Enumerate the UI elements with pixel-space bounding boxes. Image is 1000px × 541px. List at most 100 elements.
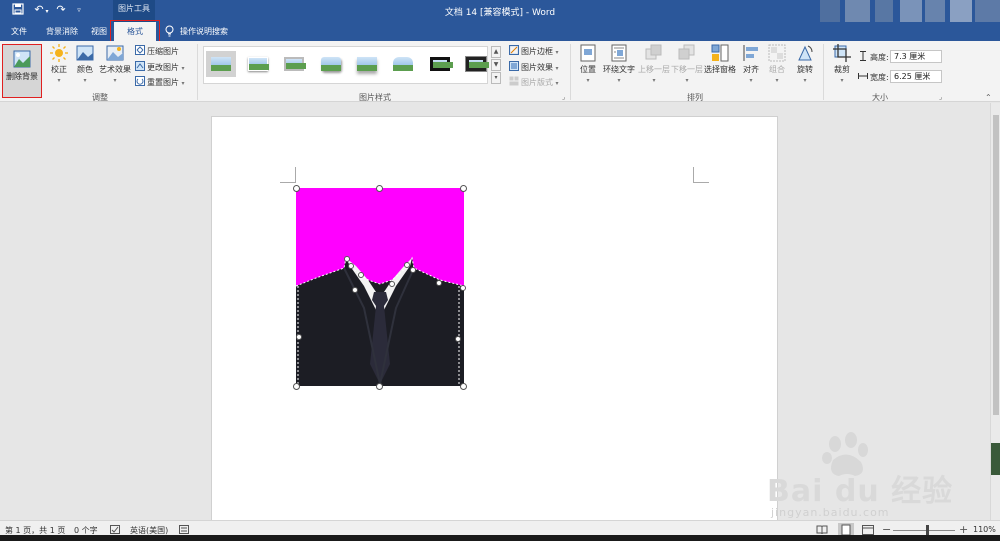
picture-effects-label: 图片效果 [521, 63, 553, 72]
width-label: 宽度: [858, 71, 889, 83]
image-color-icon [76, 45, 94, 61]
mark-point-handle[interactable] [436, 280, 442, 286]
mark-point-handle[interactable] [344, 256, 350, 262]
picture-style-4[interactable] [316, 51, 346, 77]
picture-style-3[interactable] [279, 51, 309, 77]
send-backward-label: 下移一层 [671, 65, 703, 74]
align-button[interactable]: 对齐 ▾ [740, 44, 762, 84]
group-label: 组合 [769, 65, 785, 74]
mark-point-handle[interactable] [404, 262, 410, 268]
picture-border-button[interactable]: 图片边框 ▾ [509, 45, 559, 57]
bring-forward-icon [645, 44, 662, 60]
align-icon [743, 45, 758, 61]
gallery-scroll-down-button[interactable]: ▼ [491, 59, 501, 71]
zoom-slider[interactable] [893, 530, 955, 531]
collapse-ribbon-icon[interactable]: ⌃ [985, 93, 992, 102]
mark-point-handle[interactable] [352, 287, 358, 293]
tell-me-search[interactable]: 操作说明搜索 [180, 26, 228, 37]
picture-style-2[interactable] [243, 51, 273, 77]
height-label: 高度: [858, 51, 889, 63]
dialog-launcher-icon[interactable]: ⌟ [939, 93, 942, 101]
dropdown-arrow-icon: ▾ [803, 77, 807, 84]
gallery-scroll-up-button[interactable]: ▲ [491, 46, 501, 58]
dropdown-arrow-icon: ▾ [586, 77, 590, 84]
group-button[interactable]: 组合 ▾ [766, 44, 788, 84]
mark-point-handle[interactable] [455, 336, 461, 342]
tab-background-removal[interactable]: 背景消除 [40, 22, 84, 41]
zoom-level[interactable]: 110% [973, 525, 996, 534]
tab-file[interactable]: 文件 [5, 22, 33, 41]
gallery-more-button[interactable]: ▾ [491, 72, 501, 84]
mark-point-handle[interactable] [358, 272, 364, 278]
title-bar: ↶ ▾ ↷ ▿ 图片工具 文档 14 [兼容模式] - Word [0, 0, 1000, 22]
resize-handle-top[interactable] [376, 185, 383, 192]
send-backward-button[interactable]: 下移一层 ▾ [670, 44, 704, 84]
selection-pane-icon [711, 44, 729, 62]
blurred-area [975, 0, 1000, 22]
width-input[interactable]: 6.25 厘米 [890, 70, 942, 83]
position-button[interactable]: 位置 ▾ [576, 44, 600, 84]
mark-point-handle[interactable] [410, 267, 416, 273]
picture-style-8[interactable] [461, 51, 491, 77]
height-input[interactable]: 7.3 厘米 [890, 50, 942, 63]
compress-pictures-button[interactable]: 压缩图片 [135, 45, 179, 57]
compress-icon [135, 45, 145, 55]
picture-layout-button[interactable]: 图片版式 ▾ [509, 76, 559, 88]
artistic-effects-button[interactable]: 艺术效果 ▾ [98, 44, 132, 84]
picture-style-7[interactable] [425, 51, 455, 77]
dropdown-arrow-icon: ▾ [181, 80, 185, 87]
lightbulb-icon[interactable] [165, 25, 175, 37]
resize-handle-top-left[interactable] [293, 185, 300, 192]
dropdown-arrow-icon: ▾ [555, 65, 559, 72]
picture-style-1[interactable] [206, 51, 236, 77]
rotate-label: 旋转 [797, 65, 813, 74]
selected-picture[interactable] [296, 188, 464, 386]
dropdown-arrow-icon: ▾ [685, 77, 689, 84]
rotate-button[interactable]: 旋转 ▾ [794, 44, 816, 84]
dropdown-arrow-icon: ▾ [555, 80, 559, 87]
corrections-label: 校正 [51, 65, 67, 74]
margin-mark [280, 167, 296, 183]
mark-point-handle[interactable] [389, 281, 395, 287]
blurred-area [875, 0, 893, 22]
compress-label: 压缩图片 [147, 47, 179, 56]
mark-point-handle[interactable] [296, 334, 302, 340]
corrections-button[interactable]: 校正 ▾ [47, 44, 71, 84]
resize-handle-top-right[interactable] [460, 185, 467, 192]
picture-style-6[interactable] [388, 51, 418, 77]
resize-handle-bottom-right[interactable] [460, 383, 467, 390]
color-button[interactable]: 颜色 ▾ [74, 44, 96, 84]
zoom-slider-thumb[interactable] [926, 525, 929, 535]
picture-effects-button[interactable]: 图片效果 ▾ [509, 61, 559, 73]
remove-background-button[interactable]: 删除背景 [2, 44, 42, 98]
crop-button[interactable]: 裁剪 ▾ [830, 44, 854, 84]
group-icon [768, 44, 786, 62]
bring-forward-label: 上移一层 [638, 65, 670, 74]
group-separator [823, 44, 824, 100]
picture-style-5[interactable] [352, 51, 382, 77]
blurred-area [950, 0, 972, 22]
selection-pane-button[interactable]: 选择窗格 [703, 44, 737, 75]
dropdown-arrow-icon: ▾ [555, 49, 559, 56]
change-picture-label: 更改图片 [147, 63, 179, 72]
resize-handle-bottom[interactable] [376, 383, 383, 390]
resize-handle-bottom-left[interactable] [293, 383, 300, 390]
reset-picture-button[interactable]: 重置图片 ▾ [135, 76, 185, 88]
scrollbar-thumb[interactable] [993, 115, 999, 415]
wrap-text-button[interactable]: 环绕文字 ▾ [601, 44, 637, 84]
styles-group-label: 图片样式 [359, 93, 391, 102]
mark-point-handle[interactable] [460, 285, 466, 291]
dropdown-arrow-icon: ▾ [113, 77, 117, 84]
baidu-watermark: Bai du 经验 jingyan.baidu.com [763, 430, 993, 525]
height-icon [860, 51, 866, 61]
change-picture-button[interactable]: 更改图片 ▾ [135, 61, 185, 73]
bring-forward-button[interactable]: 上移一层 ▾ [637, 44, 671, 84]
reset-picture-icon [135, 76, 145, 86]
dropdown-arrow-icon: ▾ [83, 77, 87, 84]
arrange-group-label: 排列 [687, 93, 703, 102]
tab-view[interactable]: 视图 [86, 22, 112, 41]
dialog-launcher-icon[interactable]: ⌟ [562, 93, 565, 101]
mark-point-handle[interactable] [348, 263, 354, 269]
picture-effects-icon [509, 61, 519, 71]
position-label: 位置 [580, 65, 596, 74]
